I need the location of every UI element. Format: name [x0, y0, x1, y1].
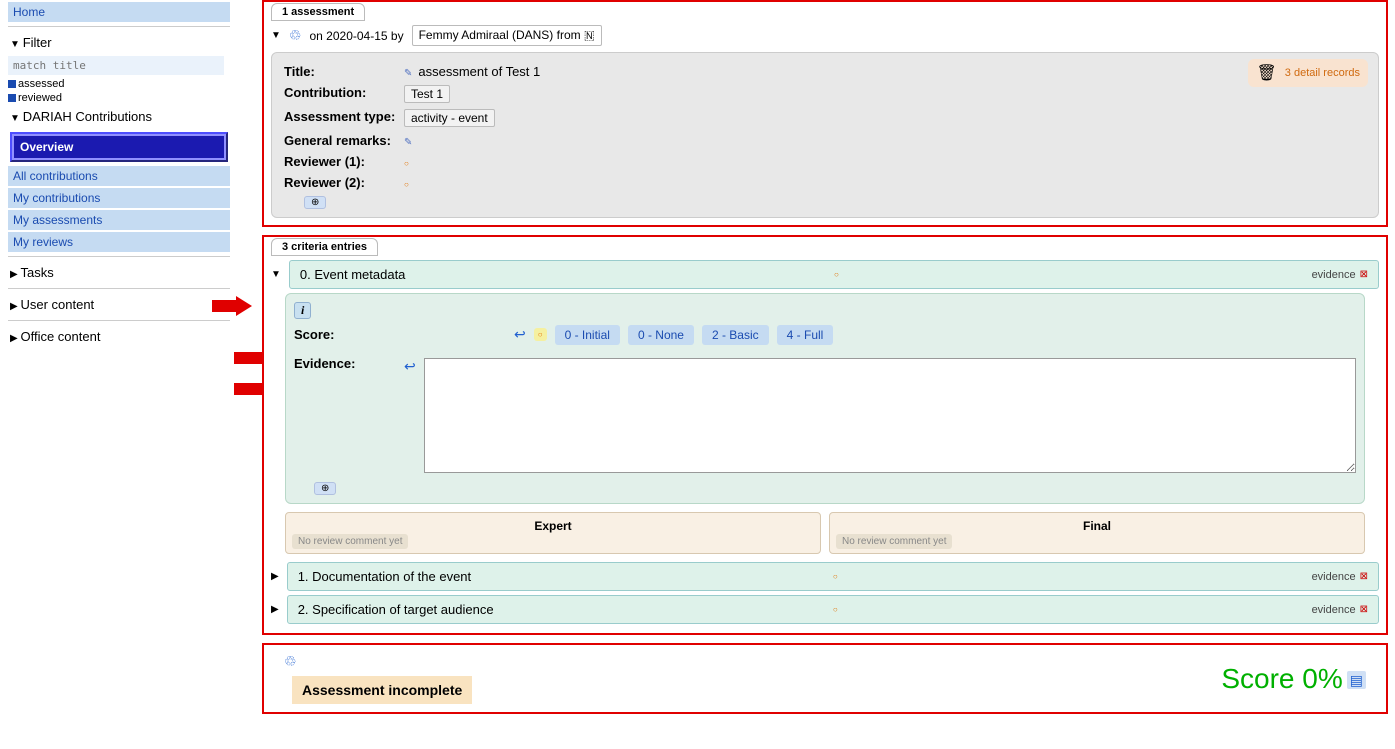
- score-option-0-none[interactable]: 0 - None: [628, 325, 694, 345]
- status-dot-icon: ○: [834, 270, 839, 279]
- contribution-value[interactable]: Test 1: [404, 85, 450, 103]
- evidence-missing-icon: ⊠: [1360, 269, 1368, 280]
- status-dot-icon: ○: [833, 572, 838, 581]
- check-assessed[interactable]: assessed: [8, 77, 230, 91]
- filter-input[interactable]: [8, 56, 224, 75]
- score-label: Score:: [294, 323, 404, 346]
- undo-icon[interactable]: ↩: [404, 358, 416, 473]
- nav-all-contributions[interactable]: All contributions: [8, 166, 230, 186]
- contribution-label: Contribution:: [284, 85, 404, 103]
- selected-dot-icon: ○: [534, 328, 547, 341]
- tasks-section[interactable]: Tasks: [8, 261, 230, 284]
- evidence-label: Evidence:: [294, 352, 404, 473]
- date-text: on 2020-04-15 by: [309, 29, 403, 43]
- author-chip[interactable]: Femmy Admiraal (DANS) from 🇳: [412, 25, 602, 46]
- nav-home[interactable]: Home: [8, 2, 230, 22]
- trash-icon[interactable]: 🗑: [1256, 63, 1276, 83]
- expand-caret[interactable]: ▶: [271, 571, 279, 582]
- overview-button[interactable]: Overview: [10, 132, 228, 162]
- edit-title-icon[interactable]: ✎: [404, 68, 412, 79]
- score-detail-icon[interactable]: ▤: [1347, 671, 1366, 689]
- undo-icon[interactable]: ↩: [514, 326, 526, 343]
- edit-remarks-icon[interactable]: ✎: [404, 137, 412, 148]
- remarks-label: General remarks:: [284, 133, 404, 148]
- assessment-count-tab: 1 assessment: [271, 3, 365, 21]
- nav-my-reviews[interactable]: My reviews: [8, 232, 230, 252]
- type-value[interactable]: activity - event: [404, 109, 495, 127]
- user-content-section[interactable]: User content: [8, 293, 230, 316]
- criteria-bar-0[interactable]: 0. Event metadata ○ evidence⊠: [289, 260, 1379, 289]
- type-label: Assessment type:: [284, 109, 404, 127]
- check-reviewed[interactable]: reviewed: [8, 91, 230, 105]
- score-option-4-full[interactable]: 4 - Full: [777, 325, 834, 345]
- no-review-badge: No review comment yet: [292, 534, 408, 549]
- criteria-bar-1[interactable]: 1. Documentation of the event ○ evidence…: [287, 562, 1379, 591]
- evidence-missing-icon: ⊠: [1360, 571, 1368, 582]
- review-row: Expert No review comment yet Final No re…: [285, 512, 1365, 554]
- filter-section[interactable]: Filter: [8, 31, 230, 54]
- criteria-count-tab: 3 criteria entries: [271, 238, 378, 256]
- assessment-panel: 1 assessment ▼ ♲ on 2020-04-15 by Femmy …: [262, 0, 1388, 227]
- summary-panel: ♲ Assessment incomplete Score 0%▤: [262, 643, 1388, 714]
- score-option-2-basic[interactable]: 2 - Basic: [702, 325, 769, 345]
- reviewer2-label: Reviewer (2):: [284, 175, 404, 190]
- office-content-section[interactable]: Office content: [8, 325, 230, 348]
- expert-review-box: Expert No review comment yet: [285, 512, 821, 554]
- trash-zone: 🗑 3 detail records: [1248, 59, 1368, 87]
- criteria-detail: i Score: ↩ ○ 0 - Initial 0 - None 2 - Ba…: [285, 293, 1365, 504]
- expand-button[interactable]: ⊕: [304, 196, 326, 209]
- score-option-0-initial[interactable]: 0 - Initial: [555, 325, 620, 345]
- assessment-body: 🗑 3 detail records Title: ✎ assessment of…: [271, 52, 1379, 218]
- final-review-box: Final No review comment yet: [829, 512, 1365, 554]
- title-label: Title:: [284, 64, 404, 79]
- criteria-row: ▶ 2. Specification of target audience ○ …: [271, 595, 1379, 624]
- evidence-missing-icon: ⊠: [1360, 604, 1368, 615]
- expand-caret[interactable]: ▶: [271, 604, 279, 615]
- main: 1 assessment ▼ ♲ on 2020-04-15 by Femmy …: [262, 0, 1388, 714]
- reviewer1-label: Reviewer (1):: [284, 154, 404, 169]
- status-dot-icon: ○: [833, 605, 838, 614]
- collapse-caret[interactable]: ▼: [271, 30, 281, 41]
- empty-dot-icon: ○: [404, 180, 409, 189]
- dariah-section[interactable]: DARIAH Contributions: [8, 105, 230, 128]
- evidence-textarea[interactable]: [424, 358, 1356, 473]
- criteria-row: ▶ 1. Documentation of the event ○ eviden…: [271, 562, 1379, 591]
- score-display: Score 0%▤: [1221, 663, 1366, 695]
- empty-dot-icon: ○: [404, 159, 409, 168]
- criteria-panel: 3 criteria entries ▼ 0. Event metadata ○…: [262, 235, 1388, 635]
- title-value: assessment of Test 1: [418, 64, 540, 79]
- recycle-icon[interactable]: ♲: [284, 653, 297, 669]
- criteria-bar-2[interactable]: 2. Specification of target audience ○ ev…: [287, 595, 1379, 624]
- incomplete-badge: Assessment incomplete: [292, 676, 472, 704]
- nav-my-contributions[interactable]: My contributions: [8, 188, 230, 208]
- detail-records-label: 3 detail records: [1285, 67, 1360, 79]
- expand-button[interactable]: ⊕: [314, 482, 336, 495]
- recycle-icon[interactable]: ♲: [289, 27, 302, 44]
- criteria-row: ▼ 0. Event metadata ○ evidence⊠: [271, 260, 1379, 289]
- nav-my-assessments[interactable]: My assessments: [8, 210, 230, 230]
- collapse-caret[interactable]: ▼: [271, 269, 281, 280]
- no-review-badge: No review comment yet: [836, 534, 952, 549]
- sidebar: Home Filter assessed reviewed DARIAH Con…: [8, 0, 230, 348]
- info-icon[interactable]: i: [294, 302, 311, 319]
